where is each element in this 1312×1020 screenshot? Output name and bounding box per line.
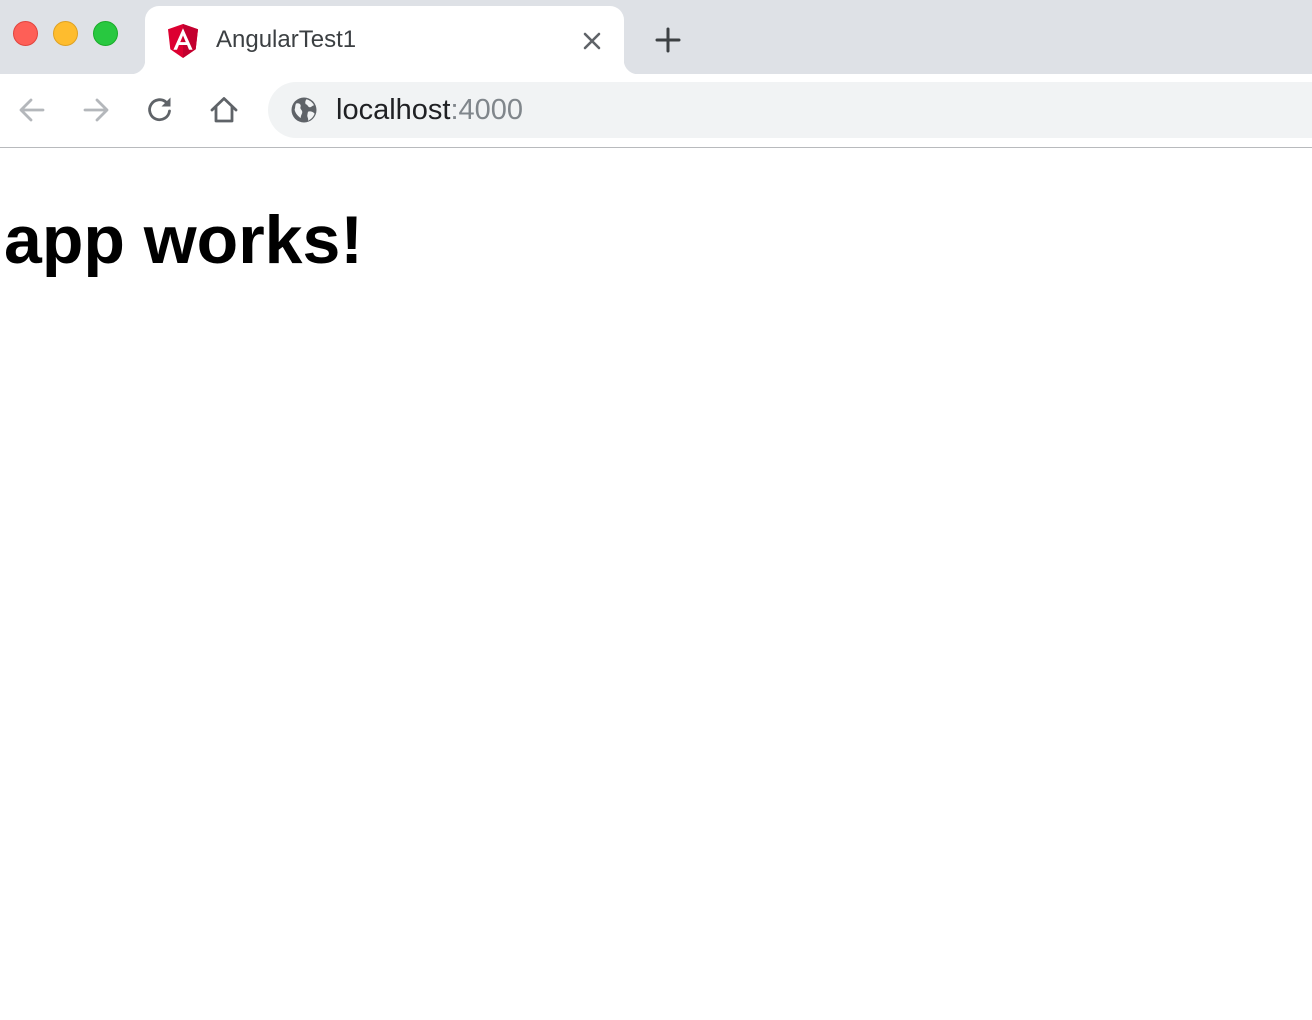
tab-title: AngularTest1 <box>216 26 357 53</box>
angular-logo-icon <box>168 24 198 58</box>
browser-tab-active[interactable]: AngularTest1 <box>131 6 638 74</box>
globe-icon[interactable] <box>290 96 318 124</box>
reload-icon[interactable] <box>144 94 176 126</box>
window-minimize-button[interactable] <box>53 21 78 46</box>
address-bar[interactable]: localhost:4000 <box>268 82 1312 138</box>
home-icon[interactable] <box>208 94 240 126</box>
url-host: localhost <box>336 94 451 126</box>
page-heading: app works! <box>4 202 363 278</box>
url-port: :4000 <box>450 94 524 126</box>
url-text[interactable]: localhost:4000 <box>336 95 523 125</box>
window-maximize-button[interactable] <box>93 21 118 46</box>
page-content: app works! <box>0 148 1312 1020</box>
tab-strip: AngularTest1 <box>0 0 1312 74</box>
arrow-right-icon[interactable] <box>80 94 112 126</box>
close-icon[interactable] <box>581 30 603 52</box>
arrow-left-icon[interactable] <box>16 94 48 126</box>
window-close-button[interactable] <box>13 21 38 46</box>
plus-icon[interactable] <box>654 26 682 54</box>
browser-toolbar: localhost:4000 <box>0 74 1312 148</box>
